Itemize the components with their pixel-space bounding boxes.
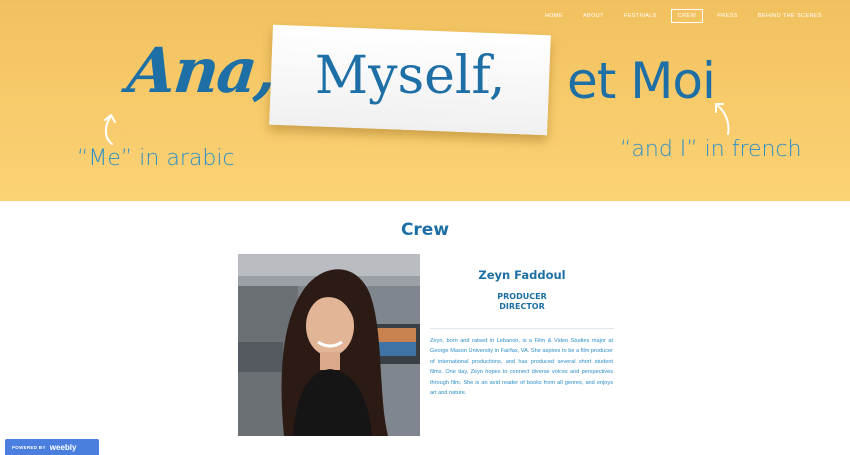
nav-about-link[interactable]: ABOUT [573,10,614,22]
banner-paper-note: Myself, [269,24,551,136]
crew-member-photo [238,254,420,436]
curved-arrow-right-icon [715,103,730,135]
powered-by-weebly-badge[interactable]: POWERED BY weebly [5,439,99,455]
page-title: Crew [400,220,450,240]
crew-member-name: Zeyn Faddoul [478,268,566,282]
banner-title-myself: Myself, [314,46,506,107]
nav-crew-link[interactable]: CREW [670,9,704,23]
badge-prefix: POWERED BY [12,444,46,450]
nav-home-link[interactable]: HOME [535,10,573,22]
curved-arrow-left-icon [104,114,116,145]
nav-behind-the-scenes-link[interactable]: BEHIND THE SCENES [748,10,832,22]
banner-caption-arabic: “Me” in arabic [77,146,235,171]
crew-member-role-director: DIRECTOR [499,302,545,311]
main-nav: HOME ABOUT FESTIVALS CREW PRESS BEHIND T… [535,9,832,23]
nav-festivals-link[interactable]: FESTIVALS [614,10,667,22]
banner-title-ana: Ana, [124,34,279,107]
divider [430,328,614,329]
header-banner: HOME ABOUT FESTIVALS CREW PRESS BEHIND T… [0,0,850,201]
weebly-logo: weebly [49,442,77,452]
crew-member-bio: Zeyn, born and raised in Lebanon, is a F… [430,338,614,397]
banner-caption-french: “and I” in french [620,137,802,162]
banner-title-et-moi: et Moi [567,52,716,110]
nav-press-link[interactable]: PRESS [707,10,748,22]
crew-member-role-producer: PRODUCER [497,292,547,301]
